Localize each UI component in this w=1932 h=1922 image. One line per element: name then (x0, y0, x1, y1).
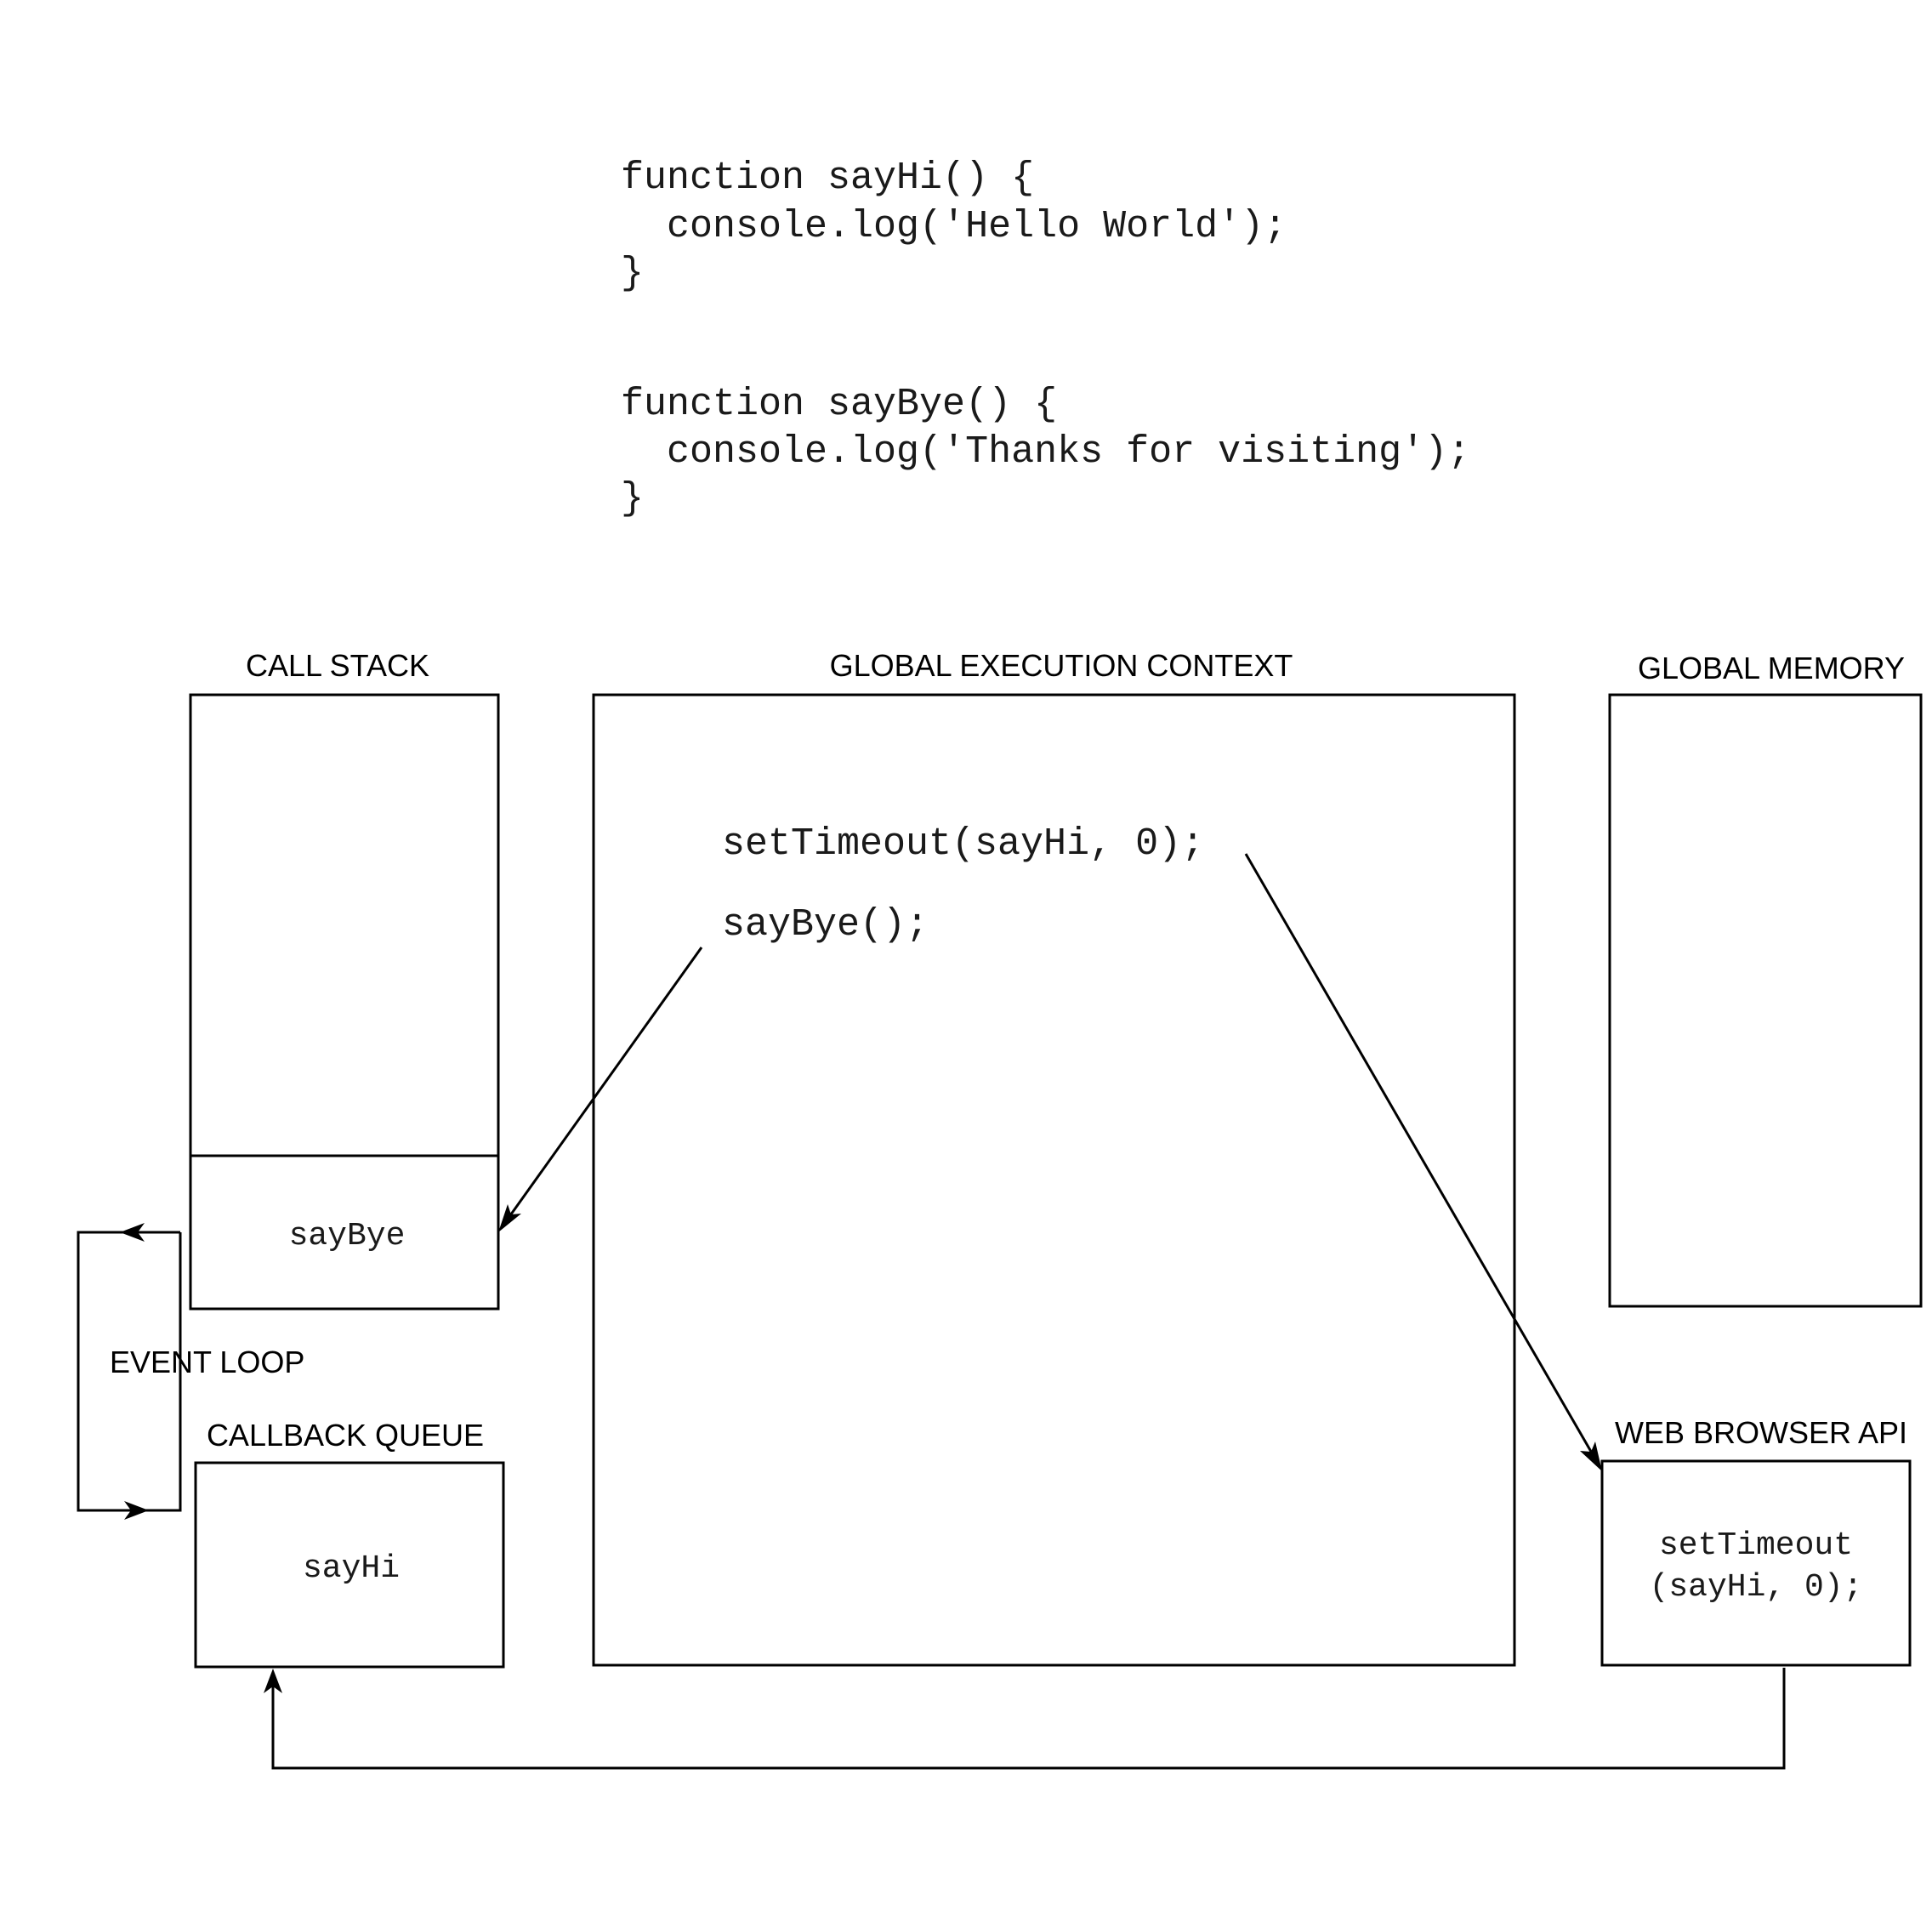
web-api-item-line2: (sayHi, 0); (1650, 1569, 1863, 1606)
arrow-web-api-to-callback-queue (264, 1668, 1786, 1770)
global-memory: GLOBAL MEMORY (1608, 651, 1923, 1308)
web-browser-api: WEB BROWSER API setTimeout (sayHi, 0); (1600, 1415, 1912, 1667)
event-loop-label: EVENT LOOP (110, 1345, 304, 1379)
code-line-1: function sayHi() { (621, 156, 1034, 200)
web-api-item-line1: setTimeout (1659, 1527, 1853, 1564)
call-stack: CALL STACK sayBye (189, 648, 500, 1311)
gec-statement-saybye: sayBye(); (722, 903, 929, 947)
global-memory-box (1608, 693, 1923, 1308)
callback-queue: CALLBACK QUEUE sayHi (194, 1418, 505, 1669)
code-line-3: } (621, 252, 644, 295)
gec-title: GLOBAL EXECUTION CONTEXT (830, 648, 1293, 683)
code-block: function sayHi() { console.log('Hello Wo… (621, 156, 1470, 520)
code-line-8: } (621, 477, 644, 520)
callback-queue-title: CALLBACK QUEUE (207, 1418, 484, 1453)
global-memory-title: GLOBAL MEMORY (1638, 651, 1905, 685)
call-stack-title: CALL STACK (246, 648, 429, 683)
web-api-title: WEB BROWSER API (1615, 1415, 1907, 1450)
code-line-7: console.log('Thanks for visiting'); (621, 430, 1470, 474)
call-stack-box (189, 693, 500, 1311)
arrowhead (1580, 1442, 1602, 1471)
global-execution-context: GLOBAL EXECUTION CONTEXT setTimeout(sayH… (592, 648, 1516, 1667)
code-line-6: function sayBye() { (621, 383, 1057, 426)
arrowhead (498, 1204, 521, 1232)
call-stack-frame: sayBye (289, 1218, 406, 1254)
gec-statement-settimeout: setTimeout(sayHi, 0); (722, 822, 1204, 866)
code-line-2: console.log('Hello World'); (621, 205, 1287, 248)
callback-queue-item: sayHi (303, 1550, 400, 1587)
arrow-settimeout-to-web-api (1244, 853, 1602, 1471)
event-loop-diagram: function sayHi() { console.log('Hello Wo… (0, 0, 1932, 1922)
arrow-saybye-to-call-stack (498, 947, 703, 1232)
diagram-canvas: function sayHi() { console.log('Hello Wo… (77, 156, 1923, 1770)
